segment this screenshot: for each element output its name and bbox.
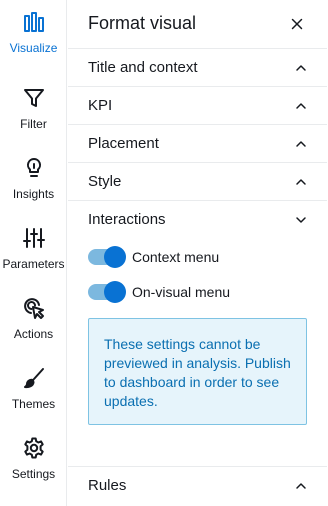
chevron-up-icon <box>296 141 306 147</box>
on-visual-menu-toggle[interactable] <box>88 281 126 303</box>
on-visual-menu-row: On-visual menu <box>88 281 308 303</box>
section-label: Rules <box>88 477 127 494</box>
rail-item-settings[interactable]: Settings <box>0 426 67 488</box>
section-label: Interactions <box>88 211 166 228</box>
section-label: Title and context <box>88 59 198 76</box>
toggle-knob <box>104 281 126 303</box>
lightbulb-icon <box>26 157 41 177</box>
section-label: Style <box>88 173 122 190</box>
rail-item-actions[interactable]: Actions <box>0 286 67 348</box>
rail-item-label: Visualize <box>9 41 58 55</box>
panel-title: Format visual <box>88 13 197 33</box>
rail-item-label: Parameters <box>2 257 65 271</box>
section-label: KPI <box>88 97 113 114</box>
close-button[interactable] <box>287 14 307 34</box>
chevron-down-icon <box>296 217 306 223</box>
rail-item-label: Insights <box>12 187 55 201</box>
context-menu-toggle[interactable] <box>88 246 126 268</box>
panel-header: Format visual <box>68 0 327 48</box>
left-nav-rail: Visualize Filter Insights Parameters Act… <box>0 0 67 506</box>
rail-item-label: Filter <box>20 117 47 131</box>
close-icon <box>291 18 303 30</box>
section-style[interactable]: Style <box>68 162 327 200</box>
section-placement[interactable]: Placement <box>68 124 327 162</box>
toggle-knob <box>104 246 126 268</box>
info-alert-text: These settings cannot be previewed in an… <box>104 336 291 409</box>
chevron-up-icon <box>296 483 306 489</box>
filter-icon <box>23 89 44 107</box>
rail-item-label: Themes <box>11 397 56 411</box>
rail-item-parameters[interactable]: Parameters <box>0 216 67 278</box>
chevron-up-icon <box>296 65 306 71</box>
section-kpi[interactable]: KPI <box>68 86 327 124</box>
bar-chart-icon <box>23 12 44 32</box>
rail-item-label: Settings <box>11 467 56 481</box>
cursor-click-icon <box>23 298 44 319</box>
section-label: Placement <box>88 135 159 152</box>
info-alert: These settings cannot be previewed in an… <box>88 318 307 425</box>
rail-item-themes[interactable]: Themes <box>0 356 67 418</box>
context-menu-row: Context menu <box>88 246 308 268</box>
rail-item-visualize[interactable]: Visualize <box>0 0 67 62</box>
rail-item-filter[interactable]: Filter <box>0 76 67 138</box>
gear-icon <box>23 437 44 459</box>
on-visual-menu-label: On-visual menu <box>132 284 231 300</box>
chevron-up-icon <box>296 103 306 109</box>
sliders-icon <box>22 228 45 248</box>
rail-item-label: Actions <box>13 327 54 341</box>
brush-icon <box>23 368 44 389</box>
section-title-and-context[interactable]: Title and context <box>68 48 327 86</box>
context-menu-label: Context menu <box>132 249 220 265</box>
chevron-up-icon <box>296 179 306 185</box>
rail-item-insights[interactable]: Insights <box>0 146 67 208</box>
section-rules[interactable]: Rules <box>68 466 327 504</box>
section-interactions[interactable]: Interactions <box>68 200 327 238</box>
format-visual-panel: Format visual Title and context KPI Plac… <box>68 0 327 506</box>
